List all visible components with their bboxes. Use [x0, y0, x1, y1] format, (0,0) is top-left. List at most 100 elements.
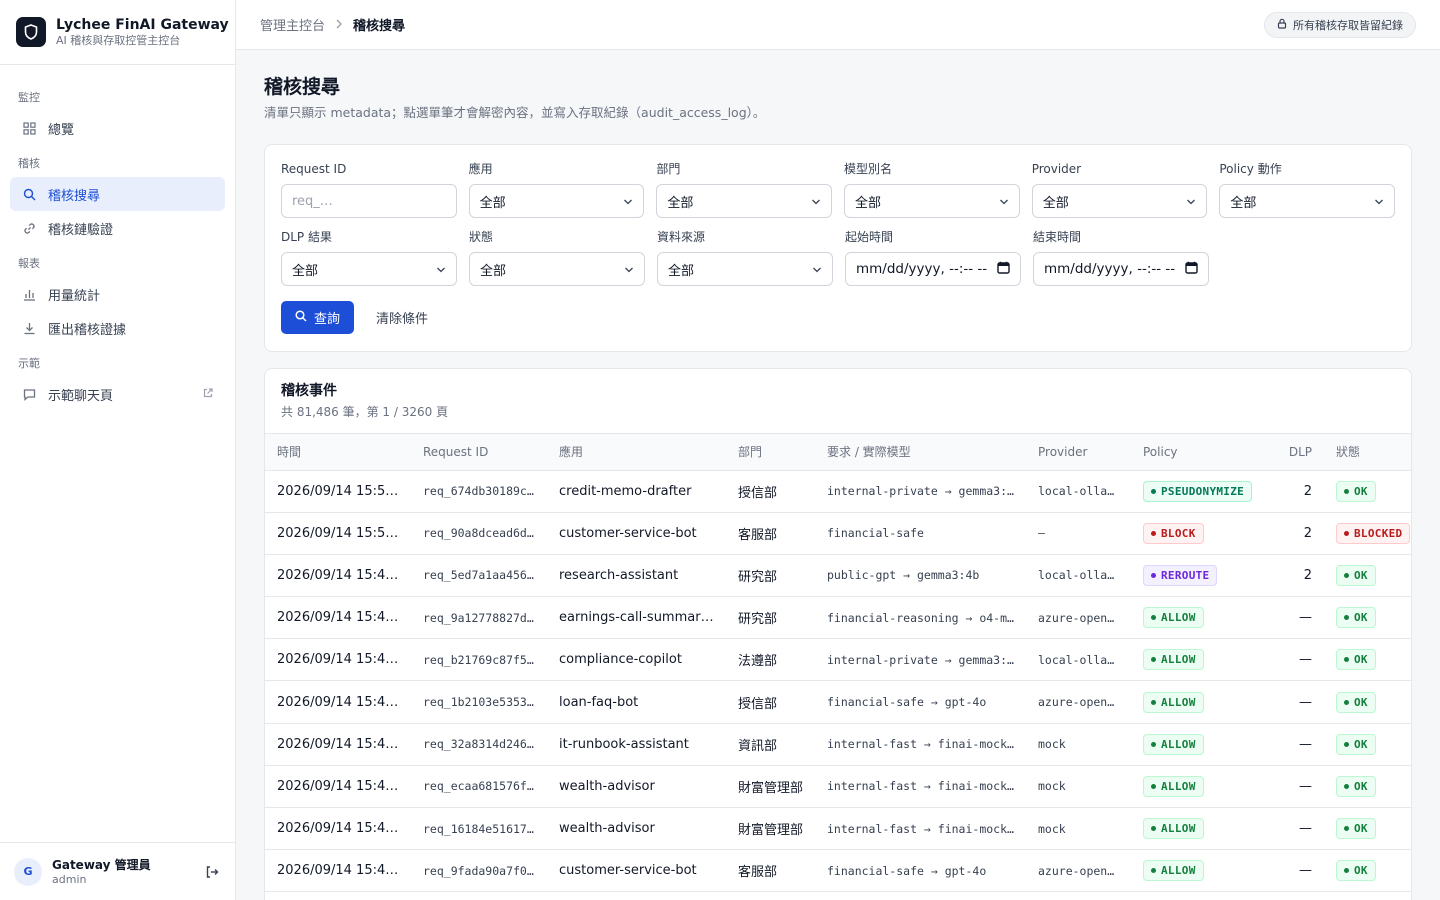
- cell-request-id: req_ecaa681576f5…: [411, 765, 547, 809]
- sidebar-item-1-0[interactable]: 稽核搜尋: [10, 177, 225, 211]
- sidebar-item-1-1[interactable]: 稽核鏈驗證: [10, 211, 225, 245]
- cell-dept: 研究部: [726, 554, 815, 598]
- table-row[interactable]: 2026/09/14 15:49:18 req_9a12778827db… earn…: [265, 596, 1411, 640]
- badge-label: ALLOW: [1161, 611, 1196, 625]
- filter-label: Provider: [1031, 162, 1082, 176]
- column-header[interactable]: 要求 / 實際模型: [815, 434, 1026, 471]
- cell-request-id: req_9a12778827db…: [411, 596, 547, 640]
- cell-status: BLOCKED: [1324, 512, 1411, 555]
- policy-badge: ALLOW: [1143, 607, 1204, 629]
- table-row[interactable]: 2026/09/14 15:49:43 req_5ed7a1aa456f… rese…: [265, 554, 1411, 598]
- table-row[interactable]: 2026/09/14 15:51:04 req_674db30189ce… cred…: [265, 470, 1411, 513]
- badge-label: BLOCK: [1161, 526, 1196, 540]
- status-badge: OK: [1336, 607, 1376, 629]
- breadcrumb-root[interactable]: 管理主控台: [260, 15, 325, 34]
- filter-select[interactable]: 全部: [657, 252, 833, 286]
- audit-notice-badge: 所有稽核存取皆留紀錄: [1264, 11, 1416, 38]
- column-header[interactable]: Provider: [1026, 434, 1131, 471]
- table-row[interactable]: 2026/09/14 15:48:58 req_32a8314d2460… it-r…: [265, 723, 1411, 766]
- cell-time: 2026/09/14 15:48:58: [265, 723, 411, 766]
- user-name: Gateway 管理員: [52, 857, 151, 872]
- cell-dlp: —: [1265, 638, 1324, 682]
- sidebar-item-label: 匯出稽核證據: [48, 322, 127, 338]
- cell-dept: 財富管理部: [726, 765, 815, 809]
- column-header[interactable]: 部門: [726, 434, 815, 471]
- filter-select[interactable]: 全部: [656, 184, 833, 218]
- breadcrumb-current: 稽核搜尋: [353, 19, 406, 34]
- filter-select[interactable]: 全部: [1031, 184, 1208, 218]
- clear-filters-button[interactable]: 清除條件: [376, 308, 428, 327]
- select-value: 全部: [667, 195, 694, 211]
- results-meta: 共 81,486 筆，第 1 / 3260 頁: [281, 405, 449, 419]
- column-header[interactable]: 狀態: [1324, 434, 1411, 471]
- sidebar-item-0-0[interactable]: 總覽: [10, 111, 225, 145]
- filter-field: 模型別名 全部: [844, 161, 1020, 218]
- request-id-input[interactable]: req_…: [281, 184, 457, 218]
- sidebar-item-2-0[interactable]: 用量統計: [10, 277, 225, 311]
- badge-label: ALLOW: [1161, 779, 1196, 793]
- avatar[interactable]: G: [14, 857, 42, 886]
- cell-status: OK: [1324, 554, 1411, 598]
- datetime-value: mm/dd/yyyy, --:-- --: [1044, 261, 1176, 277]
- cell-provider: —: [1026, 512, 1131, 555]
- cell-model: public-gpt → gemma3:4b: [815, 554, 1026, 598]
- chevron-down-icon: [623, 194, 633, 209]
- badge-label: OK: [1354, 822, 1368, 836]
- request-id-placeholder: req_…: [292, 193, 333, 209]
- filter-field: Request ID req_…: [281, 161, 457, 218]
- cell-dlp: —: [1265, 680, 1324, 724]
- column-header[interactable]: DLP: [1265, 434, 1324, 471]
- sidebar-item-label: 示範聊天頁: [48, 388, 114, 404]
- calendar-icon[interactable]: [997, 261, 1010, 278]
- filter-field: 結束時間 mm/dd/yyyy, --:-- --: [1033, 229, 1209, 286]
- cell-status: OK: [1324, 680, 1411, 724]
- sidebar-item-label: 稽核搜尋: [48, 188, 101, 204]
- status-dot-icon: [1344, 868, 1349, 874]
- status-badge: OK: [1336, 649, 1376, 671]
- cell-dlp: —: [1265, 596, 1324, 640]
- status-badge: OK: [1336, 818, 1376, 840]
- column-header[interactable]: Request ID: [411, 434, 547, 471]
- table-row[interactable]: 2026/09/14 15:51:01 req_90a8dcead6d0… cust…: [265, 512, 1411, 555]
- filter-label: 應用: [468, 162, 493, 176]
- policy-badge: ALLOW: [1143, 733, 1204, 755]
- policy-badge: ALLOW: [1143, 775, 1204, 797]
- table-row[interactable]: 2026/09/14 15:48:58 req_ecaa681576f5… weal…: [265, 765, 1411, 809]
- badge-label: BLOCKED: [1354, 526, 1403, 540]
- badge-label: OK: [1354, 484, 1368, 498]
- column-header[interactable]: 時間: [265, 434, 411, 471]
- cell-time: 2026/09/14 15:49:04: [265, 680, 411, 724]
- datetime-input[interactable]: mm/dd/yyyy, --:-- --: [845, 252, 1021, 286]
- cell-provider: azure-openai: [1026, 596, 1131, 640]
- cell-request-id: req_5ed7a1aa456f…: [411, 554, 547, 598]
- sidebar-item-3-0[interactable]: 示範聊天頁: [10, 377, 225, 411]
- select-value: 全部: [855, 195, 882, 211]
- filter-select[interactable]: 全部: [469, 252, 645, 286]
- column-header[interactable]: 應用: [547, 434, 726, 471]
- cell-provider: mock: [1026, 723, 1131, 766]
- table-row[interactable]: 2026/09/14 15:48:56 req_16184e516178… weal…: [265, 807, 1411, 851]
- filter-select[interactable]: 全部: [1219, 184, 1396, 218]
- cell-model: financial-safe → gpt-4o: [815, 849, 1026, 893]
- page-title: 稽核搜尋: [264, 76, 341, 98]
- query-button[interactable]: 查詢: [281, 301, 355, 334]
- sidebar-item-2-1[interactable]: 匯出稽核證據: [10, 311, 225, 345]
- datetime-input[interactable]: mm/dd/yyyy, --:-- --: [1033, 252, 1209, 286]
- table-row[interactable]: 2026/09/14 15:49:04 req_b21769c87f58… comp…: [265, 638, 1411, 682]
- table-row[interactable]: 2026/09/14 15:49:04 req_1b2103e53530… loan…: [265, 680, 1411, 724]
- logout-icon[interactable]: [203, 863, 221, 881]
- badge-label: OK: [1354, 568, 1368, 582]
- cell-time: 2026/09/14 15:51:04: [265, 470, 411, 513]
- cell-policy: ALLOW: [1131, 765, 1265, 809]
- policy-badge: ALLOW: [1143, 860, 1204, 882]
- calendar-icon[interactable]: [1185, 261, 1198, 278]
- filter-select[interactable]: 全部: [468, 184, 645, 218]
- column-header[interactable]: Policy: [1131, 434, 1265, 471]
- cell-policy: ALLOW: [1131, 680, 1265, 724]
- filter-select[interactable]: 全部: [281, 252, 457, 286]
- table-row[interactable]: 2026/09/14 15:48:54 req_9fada90a7f09… cust…: [265, 849, 1411, 893]
- filter-select[interactable]: 全部: [844, 184, 1020, 218]
- cell-provider: mock: [1026, 765, 1131, 809]
- badge-label: OK: [1354, 653, 1368, 667]
- cell-model: internal-fast → finai-mock-1: [815, 807, 1026, 851]
